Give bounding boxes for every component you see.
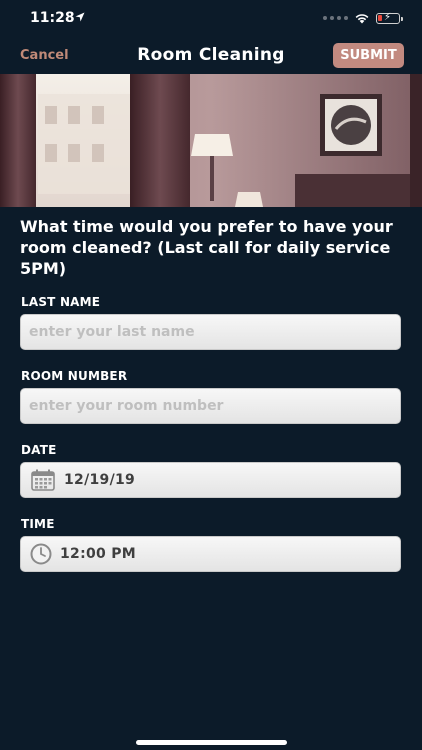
status-indicators: ⚡ xyxy=(323,11,403,25)
calendar-icon xyxy=(31,463,55,497)
signal-dots-icon xyxy=(323,16,348,20)
date-label: DATE xyxy=(21,443,57,457)
hotel-room-photo xyxy=(0,74,422,207)
nav-bar: Cancel Room Cleaning SUBMIT xyxy=(0,40,422,74)
date-picker[interactable]: 12/19/19 xyxy=(20,462,401,498)
wifi-icon xyxy=(355,14,369,24)
question-text: What time would you prefer to have your … xyxy=(20,217,393,278)
room-number-field-box[interactable] xyxy=(20,388,401,424)
room-number-input[interactable] xyxy=(21,389,400,423)
time-label: TIME xyxy=(21,517,55,531)
time-picker[interactable]: 12:00 PM xyxy=(20,536,401,572)
date-value: 12/19/19 xyxy=(64,472,136,488)
clock-icon xyxy=(30,537,52,571)
hotel-room-illustration xyxy=(0,74,422,207)
last-name-input[interactable] xyxy=(21,315,400,349)
last-name-label: LAST NAME xyxy=(21,295,101,309)
status-bar: 11:28 ⚡ xyxy=(0,0,422,40)
last-name-field-box[interactable] xyxy=(20,314,401,350)
battery-charging-icon: ⚡ xyxy=(376,12,403,24)
home-indicator[interactable] xyxy=(136,740,287,745)
room-number-label: ROOM NUMBER xyxy=(21,369,128,383)
location-arrow-icon xyxy=(75,12,85,22)
submit-button[interactable]: SUBMIT xyxy=(333,43,404,68)
time-value: 12:00 PM xyxy=(60,546,137,562)
status-time: 11:28 xyxy=(30,10,75,26)
